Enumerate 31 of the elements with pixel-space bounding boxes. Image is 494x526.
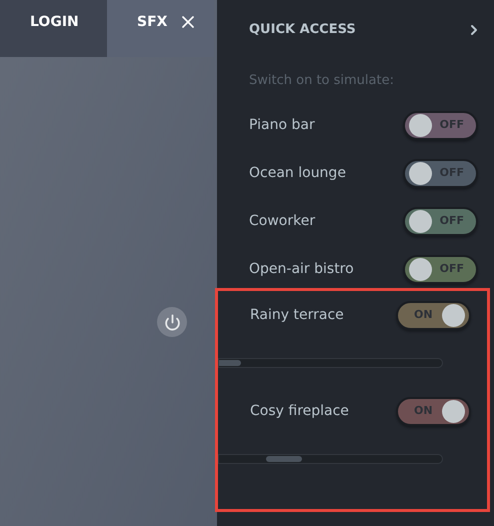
toggle-knob: [409, 162, 432, 184]
toggle-switch[interactable]: OFF: [403, 110, 478, 140]
toggle-state: OFF: [440, 116, 464, 133]
sound-label: Open-air bistro: [249, 260, 354, 278]
toggle-state: OFF: [440, 212, 464, 229]
volume-slider[interactable]: [218, 454, 443, 464]
sound-label: Coworker: [249, 212, 316, 230]
tab[interactable]: LOGIN: [0, 0, 107, 57]
toggle-state: ON: [414, 306, 433, 323]
toggle-knob: [409, 258, 432, 280]
toggle-state: OFF: [440, 260, 464, 277]
slider-thumb[interactable]: [266, 456, 302, 462]
toggle-knob: [409, 114, 432, 136]
volume-slider[interactable]: [218, 358, 443, 368]
power-button[interactable]: [157, 307, 187, 337]
toggle-switch[interactable]: OFF: [403, 254, 478, 284]
sound-label: Rainy terrace: [250, 306, 344, 324]
toggle-knob: [442, 400, 465, 422]
toggle-switch[interactable]: ON: [396, 300, 471, 330]
toggle-state: ON: [414, 402, 433, 419]
toggle-switch[interactable]: ON: [396, 396, 471, 426]
panel-title: QUICK ACCESS: [249, 21, 356, 40]
sound-label: Ocean lounge: [249, 164, 346, 182]
toggle-switch[interactable]: OFF: [403, 206, 478, 236]
toggle-knob: [409, 210, 432, 232]
tab[interactable]: SFX: [107, 0, 214, 57]
panel-subtitle: Switch on to simulate:: [249, 72, 394, 90]
sound-label: Cosy fireplace: [250, 402, 349, 420]
sound-label: Piano bar: [249, 116, 315, 134]
power-icon: [164, 314, 180, 330]
toggle-knob: [442, 304, 465, 326]
